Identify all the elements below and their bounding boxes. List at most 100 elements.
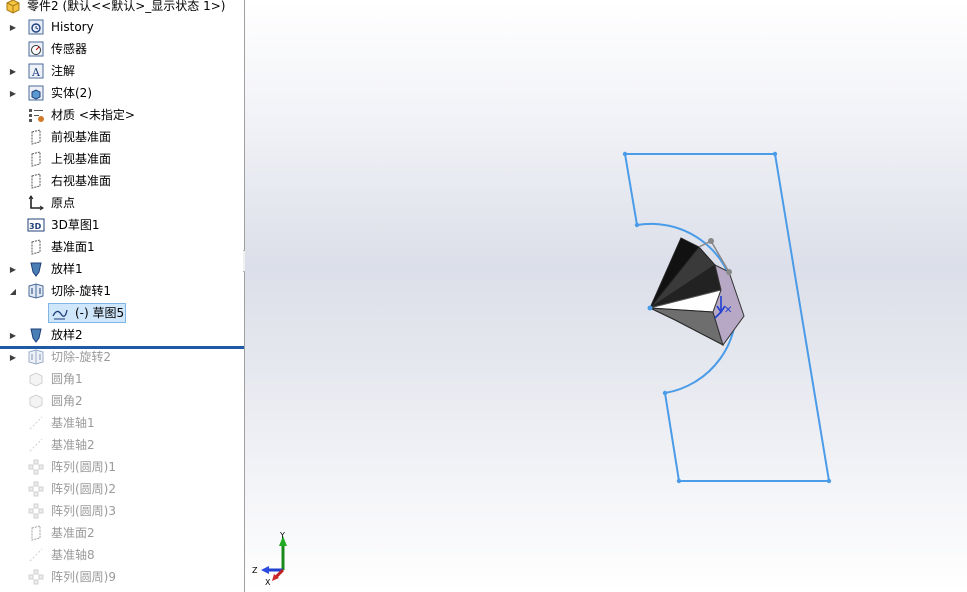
expand-arrow-icon[interactable]: ▶ — [7, 60, 19, 82]
tree-item-label: 原点 — [51, 196, 76, 210]
sketch-line-right — [774, 153, 830, 482]
svg-text:3D: 3D — [29, 222, 42, 231]
plane-icon — [27, 524, 45, 542]
tree-item[interactable]: ▶ A 注解 — [0, 60, 244, 82]
fillet-icon — [27, 392, 45, 410]
tree-item[interactable]: ▶ 放样1 — [0, 258, 244, 280]
tree-item[interactable]: 3D 3D草图1 — [0, 214, 244, 236]
tree-item[interactable]: 阵列(圆周)9 — [0, 566, 244, 588]
loft-icon — [27, 260, 45, 278]
tree-item[interactable]: 阵列(圆周)2 — [0, 478, 244, 500]
plane-icon — [27, 172, 45, 190]
circular-pattern-icon — [27, 480, 45, 498]
tree-item-label: 传感器 — [51, 42, 88, 56]
expanded-arrow-icon[interactable]: ◢ — [7, 280, 19, 302]
orientation-triad: Y Z X — [252, 531, 287, 586]
tree-item-label: 上视基准面 — [51, 152, 112, 166]
cut-revolve-icon — [27, 348, 45, 366]
axis-x-marker: ✕ — [724, 305, 732, 316]
sketch-line-left-upper — [624, 153, 638, 226]
tree-item-label: 基准轴2 — [51, 438, 95, 452]
tree-item[interactable]: 圆角2 — [0, 390, 244, 412]
sketch-line-left-lower — [664, 392, 680, 482]
tree-item-label: 放样2 — [51, 328, 83, 342]
tree-item[interactable]: 前视基准面 — [0, 126, 244, 148]
tree-item-label: 阵列(圆周)9 — [51, 570, 116, 584]
tree-item-label: 阵列(圆周)3 — [51, 504, 116, 518]
tree-item-label: 阵列(圆周)2 — [51, 482, 116, 496]
tree-item[interactable]: 基准轴2 — [0, 434, 244, 456]
tree-item-label: 3D草图1 — [51, 218, 100, 232]
tree-item[interactable]: 传感器 — [0, 38, 244, 60]
tree-item[interactable]: 原点 — [0, 192, 244, 214]
tree-item[interactable]: (-) 草图5 — [0, 302, 244, 324]
tree-item[interactable]: 上视基准面 — [0, 148, 244, 170]
expand-arrow-icon[interactable]: ▶ — [7, 16, 19, 38]
tree-item[interactable]: 圆角1 — [0, 368, 244, 390]
tree-item-label: 材质 <未指定> — [51, 108, 135, 122]
loft-apex-point — [647, 305, 653, 311]
tree-item[interactable]: ▶ History — [0, 16, 244, 38]
loft-body — [649, 237, 745, 347]
circular-pattern-icon — [27, 568, 45, 586]
origin-icon — [27, 194, 45, 212]
fillet-icon — [27, 370, 45, 388]
plane-icon — [27, 128, 45, 146]
tree-item-label: 注解 — [51, 64, 76, 78]
tree-item[interactable]: 阵列(圆周)3 — [0, 500, 244, 522]
tree-item-label: 阵列(圆周)1 — [51, 460, 116, 474]
tree-item[interactable]: 基准轴1 — [0, 412, 244, 434]
tree-item[interactable]: 阵列(圆周)1 — [0, 456, 244, 478]
tree-item[interactable]: ▶ 实体(2) — [0, 82, 244, 104]
guide-point — [708, 238, 714, 244]
tree-item-label: 基准面1 — [51, 240, 95, 254]
material-icon — [27, 106, 45, 124]
tree-item[interactable]: 基准轴8 — [0, 544, 244, 566]
expand-arrow-icon[interactable]: ▶ — [7, 258, 19, 280]
tree-item[interactable]: 材质 <未指定> — [0, 104, 244, 126]
tree-item-label: (-) 草图5 — [75, 306, 125, 320]
axis-icon — [27, 546, 45, 564]
tree-item[interactable]: 右视基准面 — [0, 170, 244, 192]
tree-item[interactable]: ▶ 切除-旋转2 — [0, 346, 244, 368]
tree-item-label: 圆角1 — [51, 372, 83, 386]
annotation-icon: A — [27, 62, 45, 80]
tree-item[interactable]: 基准面2 — [0, 522, 244, 544]
tree-item-label: 前视基准面 — [51, 130, 112, 144]
svg-text:A: A — [31, 66, 41, 79]
cut-revolve-icon — [27, 282, 45, 300]
triad-y-label: Y — [279, 531, 285, 540]
tree-item-label: 切除-旋转2 — [51, 350, 111, 364]
circular-pattern-icon — [27, 458, 45, 476]
axis-icon — [27, 414, 45, 432]
tree-item-label: 基准轴1 — [51, 416, 95, 430]
circular-pattern-icon — [27, 502, 45, 520]
sensor-icon — [27, 40, 45, 58]
triad-x-label: X — [265, 578, 271, 586]
model-scene[interactable]: ✕ — [245, 0, 967, 592]
rollback-bar[interactable] — [0, 346, 244, 349]
tree-item[interactable]: 基准面1 — [0, 236, 244, 258]
history-icon — [27, 18, 45, 36]
tree-item[interactable]: ◢ 切除-旋转1 — [0, 280, 244, 302]
expand-arrow-icon[interactable]: ▶ — [7, 82, 19, 104]
expand-arrow-icon[interactable]: ▶ — [7, 346, 19, 368]
tree-item-label: 基准轴8 — [51, 548, 95, 562]
tree-root-part[interactable]: 零件2 (默认<<默认>_显示状态 1>) — [0, 0, 244, 17]
sketch-icon — [51, 304, 69, 322]
tree-item-label: 实体(2) — [51, 86, 92, 100]
feature-manager-tree: 零件2 (默认<<默认>_显示状态 1>) ▶ History 传感器 ▶ A 注解 ▶ 实体… — [0, 0, 245, 592]
plane-icon — [27, 238, 45, 256]
tree-item-label: History — [51, 20, 94, 34]
tree-root-label: 零件2 (默认<<默认>_显示状态 1>) — [27, 0, 226, 13]
expand-arrow-icon[interactable]: ▶ — [7, 324, 19, 346]
axis-icon — [27, 436, 45, 454]
tree-item-label: 放样1 — [51, 262, 83, 276]
solid-bodies-icon — [27, 84, 45, 102]
loft-icon — [27, 326, 45, 344]
tree-item-label: 基准面2 — [51, 526, 95, 540]
part-icon — [4, 0, 22, 15]
tree-item[interactable]: ▶ 放样2 — [0, 324, 244, 346]
3d-sketch-icon: 3D — [27, 216, 45, 234]
graphics-viewport[interactable]: ✕ Y Z X — [245, 0, 967, 592]
